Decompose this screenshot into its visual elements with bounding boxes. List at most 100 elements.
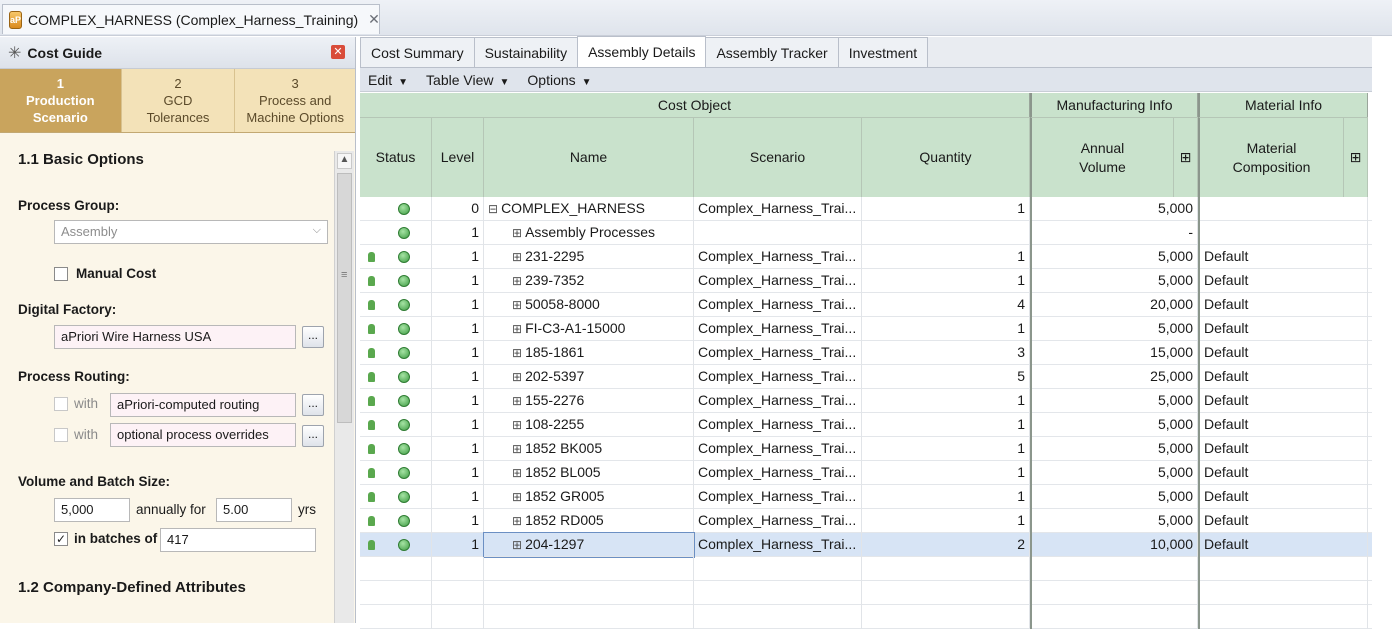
- routing-browse-button[interactable]: ...: [302, 394, 324, 416]
- step-gcd-tolerances[interactable]: 2 GCD Tolerances: [121, 69, 236, 132]
- step-process-machine-options[interactable]: 3 Process and Machine Options: [235, 69, 355, 132]
- tree-expand-icon[interactable]: ⊞: [512, 438, 522, 461]
- tree-expand-icon[interactable]: ⊞: [512, 390, 522, 413]
- status-cell: [360, 365, 432, 389]
- tree-expand-icon[interactable]: ⊞: [512, 366, 522, 389]
- tree-expand-icon[interactable]: ⊞: [512, 246, 522, 269]
- table-row[interactable]: 1 ⊞ 1852 RD005 Complex_Harness_Trai... 1 5,00…: [360, 509, 1372, 533]
- close-panel-icon[interactable]: ✕: [331, 45, 345, 59]
- table-row[interactable]: 1 ⊞ 1852 BL005 Complex_Harness_Trai... 1 5,00…: [360, 461, 1372, 485]
- annual-volume-expand-icon[interactable]: ⊞: [1174, 117, 1198, 197]
- status-ok-icon: [398, 395, 410, 407]
- table-row[interactable]: 1 ⊞ FI-C3-A1-15000 Complex_Harness_Trai... 1…: [360, 317, 1372, 341]
- level-cell: 1: [432, 245, 484, 269]
- table-row[interactable]: 0 ⊟ COMPLEX_HARNESS Complex_Harness_Trai...…: [360, 197, 1372, 221]
- annual-volume-cell: 15,000: [1030, 341, 1198, 365]
- scenario-cell: Complex_Harness_Trai...: [694, 413, 862, 437]
- table-view-menu[interactable]: Table View ▼: [426, 72, 509, 88]
- tab-investment[interactable]: Investment: [837, 37, 929, 67]
- scroll-up-icon[interactable]: ▲: [337, 153, 352, 169]
- tree-expand-icon[interactable]: ⊞: [512, 534, 522, 557]
- tree-expand-icon[interactable]: ⊞: [512, 270, 522, 293]
- routing-with-checkbox[interactable]: [54, 397, 68, 411]
- column-header-scenario[interactable]: Scenario: [694, 117, 862, 197]
- tree-expand-icon[interactable]: ⊞: [512, 486, 522, 509]
- level-cell: 1: [432, 293, 484, 317]
- table-row[interactable]: 1 ⊞ 155-2276 Complex_Harness_Trai... 1 5,000 D…: [360, 389, 1372, 413]
- table-row[interactable]: 1 ⊞ 108-2255 Complex_Harness_Trai... 1 5,000 D…: [360, 413, 1372, 437]
- table-row[interactable]: 1 ⊞ 1852 BK005 Complex_Harness_Trai... 1 5,00…: [360, 437, 1372, 461]
- annual-volume-cell: 10,000: [1030, 533, 1198, 557]
- tree-expand-icon[interactable]: ⊞: [512, 462, 522, 485]
- name-text: 204-1297: [525, 536, 585, 552]
- material-cell: Default: [1198, 245, 1368, 269]
- table-row[interactable]: 1 ⊞ 231-2295 Complex_Harness_Trai... 1 5,000 D…: [360, 245, 1372, 269]
- lock-icon: [368, 516, 375, 526]
- tree-expand-icon[interactable]: ⊞: [512, 294, 522, 317]
- process-overrides-field[interactable]: optional process overrides: [110, 423, 296, 447]
- manual-cost-checkbox[interactable]: [54, 267, 68, 281]
- digital-factory-label: Digital Factory:: [18, 302, 117, 317]
- table-row[interactable]: 1 ⊞ Assembly Processes -: [360, 221, 1372, 245]
- column-header-level[interactable]: Level: [432, 117, 484, 197]
- options-menu[interactable]: Options ▼: [527, 72, 591, 88]
- edit-menu[interactable]: Edit ▼: [368, 72, 408, 88]
- annual-volume-input[interactable]: 5,000: [54, 498, 130, 522]
- name-cell: ⊞ Assembly Processes: [484, 221, 694, 245]
- table-row[interactable]: 1 ⊞ 202-5397 Complex_Harness_Trai... 5 25,000…: [360, 365, 1372, 389]
- table-row[interactable]: 1 ⊞ 1852 GR005 Complex_Harness_Trai... 1 5,00…: [360, 485, 1372, 509]
- name-text: 155-2276: [525, 392, 585, 408]
- routing-with-label: with: [74, 396, 99, 411]
- tree-collapse-icon[interactable]: ⊟: [488, 198, 498, 221]
- process-group-select[interactable]: Assembly ⌵: [54, 220, 328, 244]
- status-ok-icon: [398, 419, 410, 431]
- column-header-status[interactable]: Status: [360, 117, 432, 197]
- overrides-browse-button[interactable]: ...: [302, 425, 324, 447]
- column-header-name[interactable]: Name: [484, 117, 694, 197]
- overrides-with-checkbox[interactable]: [54, 428, 68, 442]
- tree-expand-icon[interactable]: ⊞: [512, 414, 522, 437]
- cost-guide-scrollbar[interactable]: ▲ ≡: [334, 151, 354, 623]
- table-row[interactable]: 1 ⊞ 239-7352 Complex_Harness_Trai... 1 5,000 D…: [360, 269, 1372, 293]
- routing-field[interactable]: aPriori-computed routing: [110, 393, 296, 417]
- column-header-annual-volume[interactable]: Annual Volume: [1030, 117, 1174, 197]
- name-cell: [484, 557, 694, 581]
- material-cell: Default: [1198, 437, 1368, 461]
- table-row[interactable]: 1 ⊞ 50058-8000 Complex_Harness_Trai... 4 20,0…: [360, 293, 1372, 317]
- empty-table-row: [360, 581, 1372, 605]
- tree-expand-icon[interactable]: ⊞: [512, 342, 522, 365]
- level-cell: 1: [432, 317, 484, 341]
- quantity-cell: 3: [862, 341, 1030, 365]
- name-text: 1852 RD005: [525, 512, 604, 528]
- scrollbar-thumb[interactable]: [337, 173, 352, 423]
- name-cell: ⊞ 50058-8000: [484, 293, 694, 317]
- tab-sustainability[interactable]: Sustainability: [473, 37, 579, 67]
- status-ok-icon: [398, 203, 410, 215]
- batch-size-input[interactable]: 417: [160, 528, 316, 552]
- status-ok-icon: [398, 323, 410, 335]
- document-tab[interactable]: aP COMPLEX_HARNESS (Complex_Harness_Trai…: [2, 4, 380, 34]
- tab-cost-summary[interactable]: Cost Summary: [360, 37, 475, 67]
- batch-size-checkbox[interactable]: ✓: [54, 532, 68, 546]
- options-menu-label: Options: [527, 71, 576, 88]
- material-expand-icon[interactable]: ⊞: [1344, 117, 1368, 197]
- material-cell: [1198, 197, 1368, 221]
- table-row[interactable]: 1 ⊞ 185-1861 Complex_Harness_Trai... 3 15,000…: [360, 341, 1372, 365]
- tab-assembly-tracker[interactable]: Assembly Tracker: [705, 37, 839, 67]
- tab-assembly-details[interactable]: Assembly Details: [577, 36, 707, 67]
- empty-table-row: [360, 605, 1372, 629]
- years-input[interactable]: 5.00: [216, 498, 292, 522]
- step-label-line1: Production: [26, 93, 95, 108]
- digital-factory-browse-button[interactable]: ...: [302, 326, 324, 348]
- column-header-quantity[interactable]: Quantity: [862, 117, 1030, 197]
- tree-expand-icon[interactable]: ⊞: [512, 318, 522, 341]
- quantity-cell: 1: [862, 509, 1030, 533]
- tree-expand-icon[interactable]: ⊞: [512, 510, 522, 533]
- tree-expand-icon[interactable]: ⊞: [512, 222, 522, 245]
- column-header-material-composition[interactable]: Material Composition: [1198, 117, 1344, 197]
- digital-factory-field[interactable]: aPriori Wire Harness USA: [54, 325, 296, 349]
- step-number: 2: [174, 76, 182, 91]
- step-production-scenario[interactable]: 1 Production Scenario: [0, 69, 122, 132]
- close-tab-icon[interactable]: ✕: [368, 11, 380, 28]
- table-row[interactable]: 1 ⊞ 204-1297 Complex_Harness_Trai... 2 10,000…: [360, 532, 1372, 558]
